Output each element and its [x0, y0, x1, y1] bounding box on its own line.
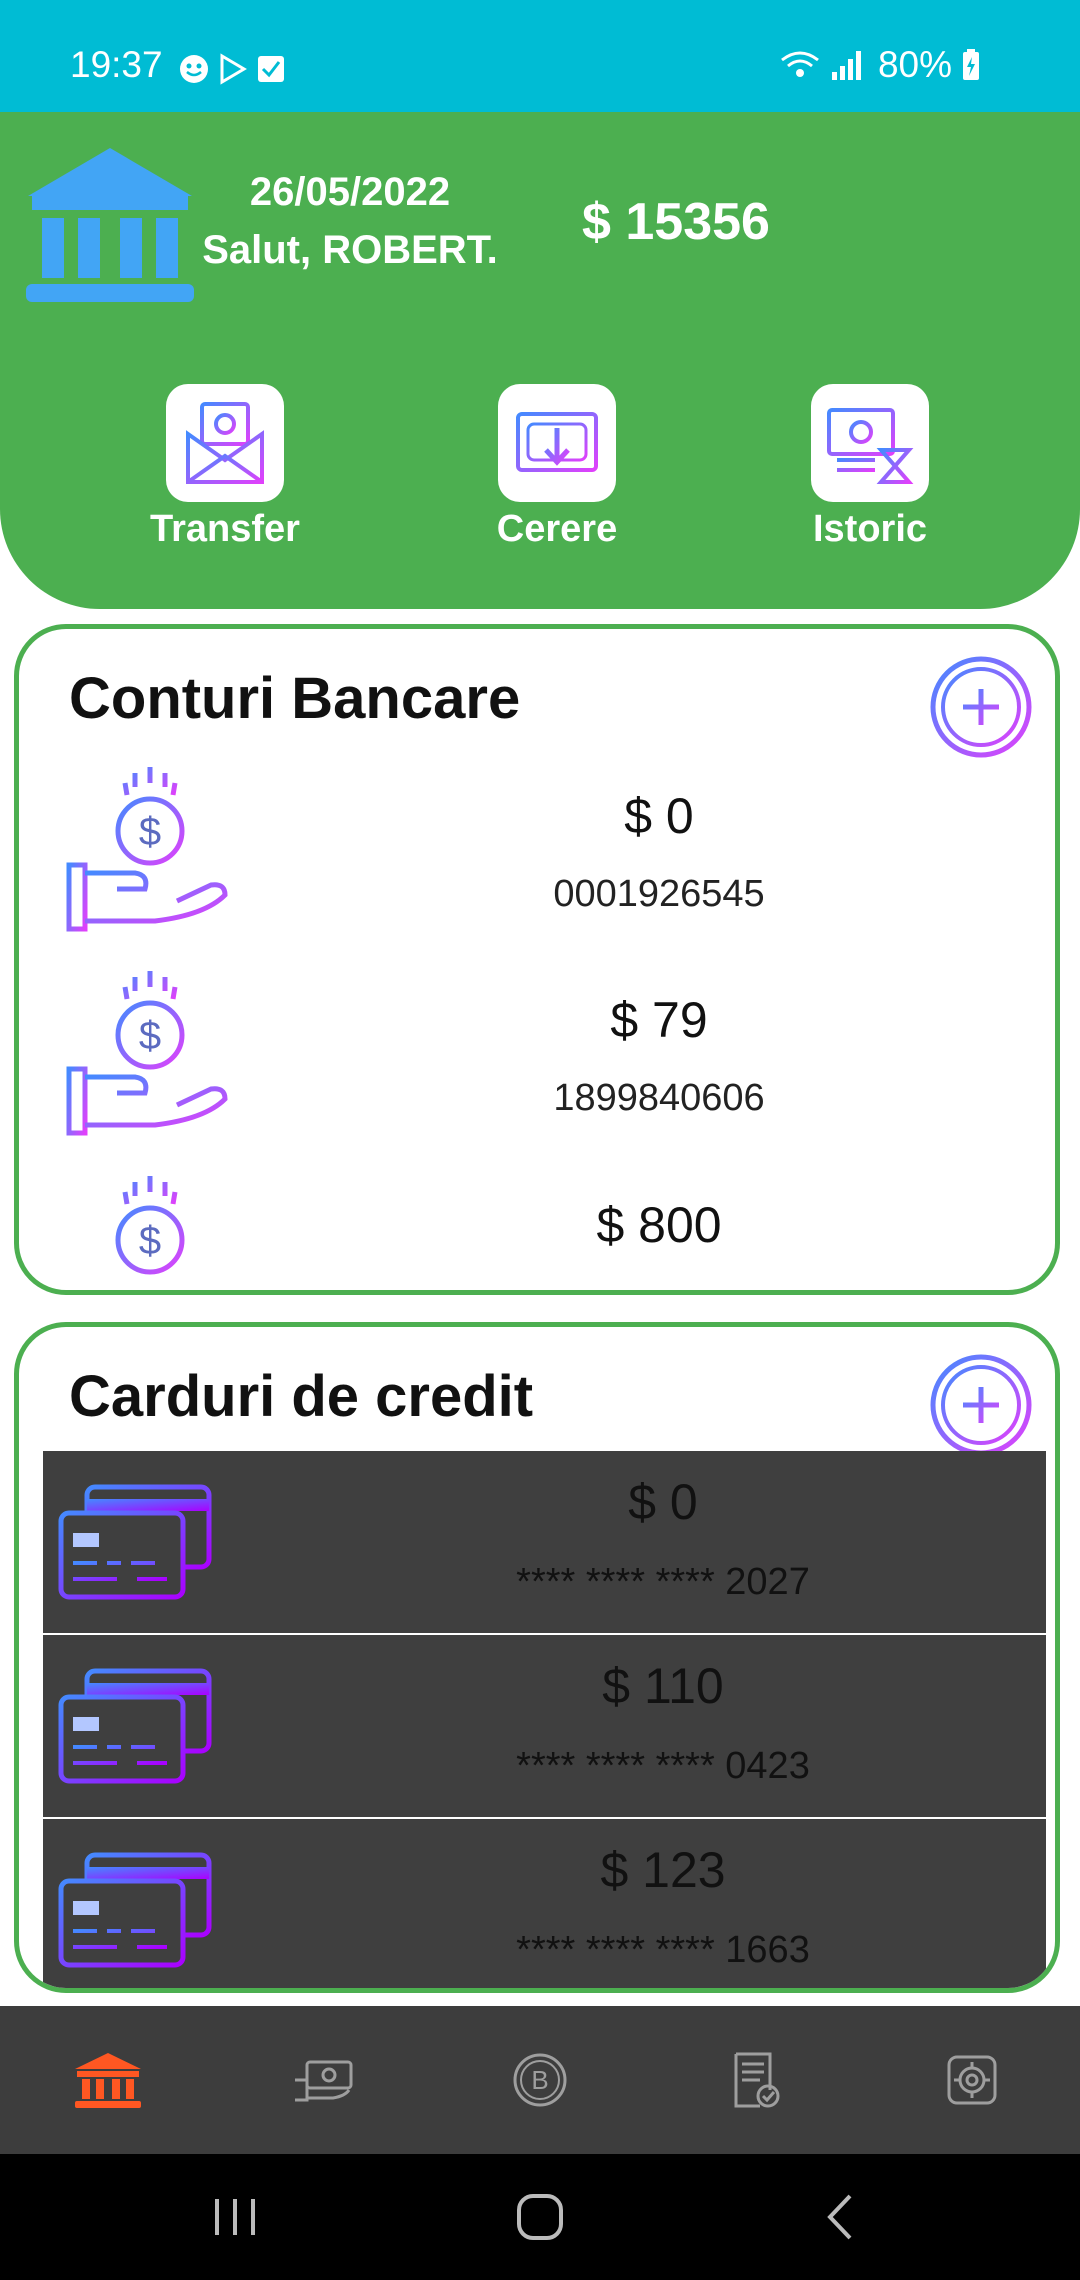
- wifi-signal-icon: [781, 51, 861, 80]
- account-balance: $ 79: [610, 992, 708, 1048]
- transfer-button[interactable]: Transfer: [115, 384, 335, 551]
- settings-icon: [947, 2055, 997, 2105]
- request-tile[interactable]: [498, 384, 616, 502]
- recent-apps-button[interactable]: [136, 2154, 336, 2280]
- bank-accounts-title: Conturi Bancare: [69, 666, 521, 731]
- back-button[interactable]: [740, 2154, 940, 2280]
- credit-cards-section: Carduri de credit $ 0 **** **** **** 202…: [14, 1322, 1060, 1993]
- add-account-button[interactable]: [929, 655, 1033, 759]
- transfer-tile[interactable]: [166, 384, 284, 502]
- card-balance: $ 123: [600, 1842, 726, 1898]
- money-history-icon: [827, 408, 914, 484]
- notification-icons: [178, 52, 288, 91]
- history-button[interactable]: Istoric: [760, 384, 980, 551]
- money-hand-icon: $: [115, 1176, 185, 1275]
- bottom-navigation: B: [0, 2006, 1080, 2154]
- account-number: 0001926545: [553, 873, 765, 915]
- account-header: 26/05/2022 Salut, ROBERT. $ 15356 Transf…: [0, 112, 1080, 609]
- money-hand-icon: $: [66, 971, 228, 1136]
- card-number: **** **** **** 0423: [516, 1745, 810, 1787]
- bitcoin-icon: B: [513, 2053, 567, 2107]
- nav-cash[interactable]: [216, 2006, 432, 2154]
- svg-text:$: $: [139, 1014, 161, 1058]
- bank-icon: [75, 2053, 141, 2108]
- credit-card-icon: [58, 1852, 212, 1968]
- system-navigation-bar: [0, 2154, 1080, 2280]
- nav-crypto[interactable]: B: [432, 2006, 648, 2154]
- card-balance: $ 0: [628, 1474, 698, 1530]
- credit-card-row[interactable]: $ 123 **** **** **** 1663: [43, 1819, 1046, 1988]
- credit-card-row[interactable]: $ 110 **** **** **** 0423: [43, 1635, 1046, 1817]
- account-number: 1899840606: [553, 1077, 765, 1119]
- status-bar: 19:37 80%: [0, 0, 1080, 112]
- status-time: 19:37: [70, 44, 163, 85]
- greeting: Salut, ROBERT.: [202, 228, 498, 272]
- nav-settings[interactable]: [864, 2006, 1080, 2154]
- credit-card-icon: [58, 1668, 212, 1784]
- bank-account-row[interactable]: $ $ 0 0001926545: [19, 765, 1055, 965]
- home-icon: [517, 2194, 563, 2240]
- request-button[interactable]: Cerere: [447, 384, 667, 551]
- add-card-button[interactable]: [929, 1353, 1033, 1457]
- bank-accounts-section: Conturi Bancare $ $ 0 0001926545 $ $ 79 …: [14, 624, 1060, 1295]
- receipt-icon: [734, 2052, 780, 2108]
- credit-cards-title: Carduri de credit: [69, 1364, 534, 1429]
- card-number: **** **** **** 1663: [516, 1929, 810, 1971]
- current-date: 26/05/2022: [249, 170, 451, 214]
- back-icon: [827, 2194, 852, 2240]
- svg-text:B: B: [531, 2065, 548, 2095]
- battery-icon: [963, 49, 979, 80]
- total-balance: $ 15356: [582, 193, 770, 251]
- nav-bank[interactable]: [0, 2006, 216, 2154]
- card-balance: $ 110: [602, 1658, 724, 1714]
- bank-logo-icon: [26, 148, 194, 302]
- svg-text:$: $: [139, 1219, 161, 1263]
- transfer-label: Transfer: [150, 508, 300, 550]
- battery-percent: 80%: [877, 44, 952, 85]
- status-right: 80%: [778, 44, 980, 86]
- account-balance: $ 800: [596, 1197, 722, 1253]
- history-label: Istoric: [812, 508, 928, 550]
- money-request-icon: [516, 412, 598, 472]
- svg-text:$: $: [139, 810, 161, 854]
- money-envelope-icon: [186, 402, 264, 484]
- home-button[interactable]: [440, 2154, 640, 2280]
- cash-hand-icon: [295, 2060, 353, 2102]
- bank-account-row[interactable]: $ $ 800: [19, 1174, 1055, 1290]
- bank-account-row[interactable]: $ $ 79 1899840606: [19, 969, 1055, 1169]
- recent-apps-icon: [215, 2199, 255, 2235]
- account-balance: $ 0: [624, 788, 694, 844]
- credit-card-row[interactable]: $ 0 **** **** **** 2027: [43, 1451, 1046, 1633]
- nav-transactions[interactable]: [648, 2006, 864, 2154]
- card-number: **** **** **** 2027: [516, 1561, 810, 1603]
- history-tile[interactable]: [811, 384, 929, 502]
- request-label: Cerere: [496, 508, 618, 550]
- credit-card-icon: [58, 1484, 212, 1600]
- money-hand-icon: $: [66, 767, 228, 932]
